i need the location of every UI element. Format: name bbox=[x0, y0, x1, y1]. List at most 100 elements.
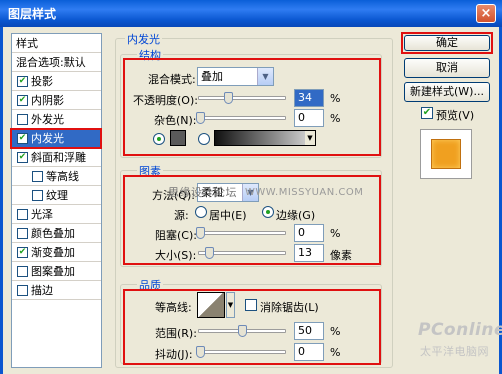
style-list-label: 斜面和浮雕 bbox=[31, 151, 86, 164]
source-center-radio[interactable] bbox=[195, 206, 207, 218]
choke-unit: % bbox=[330, 227, 341, 240]
antialias-checkbox[interactable] bbox=[245, 299, 257, 311]
style-list-label: 描边 bbox=[31, 284, 53, 297]
style-list-label: 投影 bbox=[31, 75, 53, 88]
style-list-checkbox[interactable] bbox=[17, 228, 28, 239]
watermark-forum: 思缘设计论坛 bbox=[168, 186, 237, 199]
noise-label: 杂色(N): bbox=[154, 114, 197, 127]
style-list-item[interactable]: ✔ 投影 bbox=[12, 72, 101, 91]
contour-dropdown-icon[interactable]: ▼ bbox=[226, 292, 235, 318]
style-list-item[interactable]: 纹理 bbox=[12, 186, 101, 205]
blend-mode-label: 混合模式: bbox=[148, 73, 196, 86]
glow-color-swatch[interactable] bbox=[170, 130, 186, 146]
jitter-slider-thumb[interactable] bbox=[196, 346, 205, 358]
style-list-item[interactable]: 描边 bbox=[12, 281, 101, 300]
style-list-label: 纹理 bbox=[46, 189, 68, 202]
window-frame-left bbox=[0, 27, 3, 374]
cancel-button[interactable]: 取消 bbox=[404, 58, 490, 78]
style-list-item[interactable]: 光泽 bbox=[12, 205, 101, 224]
noise-slider-thumb[interactable] bbox=[196, 112, 205, 124]
contour-preview[interactable] bbox=[197, 292, 225, 318]
watermark-url: WWW.MISSYUAN.COM bbox=[245, 187, 364, 198]
choke-slider-thumb[interactable] bbox=[196, 227, 205, 239]
jitter-unit: % bbox=[330, 346, 341, 359]
noise-slider-track[interactable] bbox=[198, 116, 286, 120]
size-unit: 像素 bbox=[330, 249, 352, 262]
style-list-checkbox[interactable]: ✔ bbox=[17, 76, 28, 87]
contour-label: 等高线: bbox=[155, 301, 192, 314]
opacity-slider-thumb[interactable] bbox=[224, 92, 233, 104]
choke-label: 阻塞(C): bbox=[155, 229, 197, 242]
blend-mode-select[interactable]: 叠加 ▼ bbox=[197, 67, 274, 86]
source-center-label: 居中(E) bbox=[209, 209, 247, 222]
range-unit: % bbox=[330, 325, 341, 338]
style-list-checkbox[interactable] bbox=[17, 266, 28, 277]
range-input[interactable]: 50 bbox=[294, 322, 324, 340]
range-label: 范围(R): bbox=[155, 327, 197, 340]
style-list-checkbox[interactable] bbox=[32, 190, 43, 201]
gradient-radio[interactable] bbox=[198, 133, 210, 145]
gradient-dropdown-icon[interactable]: ▼ bbox=[305, 131, 315, 145]
style-list-label: 渐变叠加 bbox=[31, 246, 75, 259]
size-slider-thumb[interactable] bbox=[205, 247, 214, 259]
choke-input[interactable]: 0 bbox=[294, 224, 324, 242]
style-list: 样式 混合选项:默认 ✔ 投影 ✔ 内阴影 外发光 ✔ 内发光 ✔ 斜面和浮雕 等高线 纹理 光泽 颜色叠加… bbox=[10, 33, 102, 368]
style-list-item[interactable]: 图案叠加 bbox=[12, 262, 101, 281]
source-label: 源: bbox=[174, 209, 189, 222]
opacity-label: 不透明度(O): bbox=[133, 94, 198, 107]
style-list-label: 光泽 bbox=[31, 208, 53, 221]
preview-checkbox[interactable]: ✔ bbox=[421, 107, 433, 119]
ok-button[interactable]: 确定 bbox=[404, 35, 490, 51]
style-list-item[interactable]: 混合选项:默认 bbox=[12, 53, 101, 72]
watermark-brand-sub: 太平洋电脑网 bbox=[420, 345, 489, 358]
opacity-slider-track[interactable] bbox=[198, 96, 286, 100]
style-list-label: 样式 bbox=[16, 37, 38, 50]
style-preview-swatch bbox=[431, 139, 461, 169]
style-list-checkbox[interactable] bbox=[32, 171, 43, 182]
color-radio[interactable] bbox=[153, 133, 165, 145]
style-list-label: 图案叠加 bbox=[31, 265, 75, 278]
chevron-down-icon[interactable]: ▼ bbox=[257, 68, 273, 85]
style-preview-box bbox=[420, 129, 472, 179]
opacity-unit: % bbox=[330, 92, 341, 105]
source-edge-radio[interactable] bbox=[262, 206, 274, 218]
preview-label: 预览(V) bbox=[436, 109, 475, 122]
opacity-input[interactable]: 34 bbox=[294, 89, 324, 107]
style-list-checkbox[interactable]: ✔ bbox=[17, 247, 28, 258]
watermark-brand: PConline bbox=[418, 320, 502, 340]
style-list-checkbox[interactable]: ✔ bbox=[17, 152, 28, 163]
source-edge-label: 边缘(G) bbox=[276, 209, 316, 222]
size-input[interactable]: 13 bbox=[294, 244, 324, 262]
style-list-label: 颜色叠加 bbox=[31, 227, 75, 240]
jitter-label: 抖动(J): bbox=[155, 348, 193, 361]
style-list-label: 内阴影 bbox=[31, 94, 64, 107]
title-bar[interactable]: 图层样式 × bbox=[0, 0, 502, 27]
noise-input[interactable]: 0 bbox=[294, 109, 324, 127]
style-list-item[interactable]: 等高线 bbox=[12, 167, 101, 186]
choke-slider-track[interactable] bbox=[198, 231, 286, 235]
noise-unit: % bbox=[330, 112, 341, 125]
range-slider-thumb[interactable] bbox=[238, 325, 247, 337]
style-list-item[interactable]: ✔ 内阴影 bbox=[12, 91, 101, 110]
jitter-slider-track[interactable] bbox=[198, 350, 286, 354]
style-list-label: 等高线 bbox=[46, 170, 79, 183]
style-list-checkbox[interactable]: ✔ bbox=[17, 95, 28, 106]
inner-glow-title: 内发光 bbox=[125, 31, 162, 47]
style-list-item[interactable]: ✔ 斜面和浮雕 bbox=[12, 148, 101, 167]
style-list-item[interactable]: ✔ 渐变叠加 bbox=[12, 243, 101, 262]
style-list-item[interactable]: 外发光 bbox=[12, 110, 101, 129]
style-list-item[interactable]: 颜色叠加 bbox=[12, 224, 101, 243]
size-label: 大小(S): bbox=[155, 249, 197, 262]
style-list-checkbox[interactable] bbox=[17, 114, 28, 125]
window-title: 图层样式 bbox=[8, 7, 57, 21]
style-list-label: 混合选项:默认 bbox=[16, 56, 86, 69]
new-style-button[interactable]: 新建样式(W)... bbox=[404, 82, 490, 102]
style-list-checkbox[interactable] bbox=[17, 285, 28, 296]
style-list-item[interactable]: 样式 bbox=[12, 34, 101, 53]
close-button[interactable]: × bbox=[476, 4, 496, 23]
style-list-checkbox[interactable] bbox=[17, 209, 28, 220]
blend-mode-value: 叠加 bbox=[201, 70, 223, 83]
inner-glow-highlight bbox=[10, 128, 102, 149]
jitter-input[interactable]: 0 bbox=[294, 343, 324, 361]
glow-gradient-picker[interactable]: ▼ bbox=[214, 130, 316, 146]
